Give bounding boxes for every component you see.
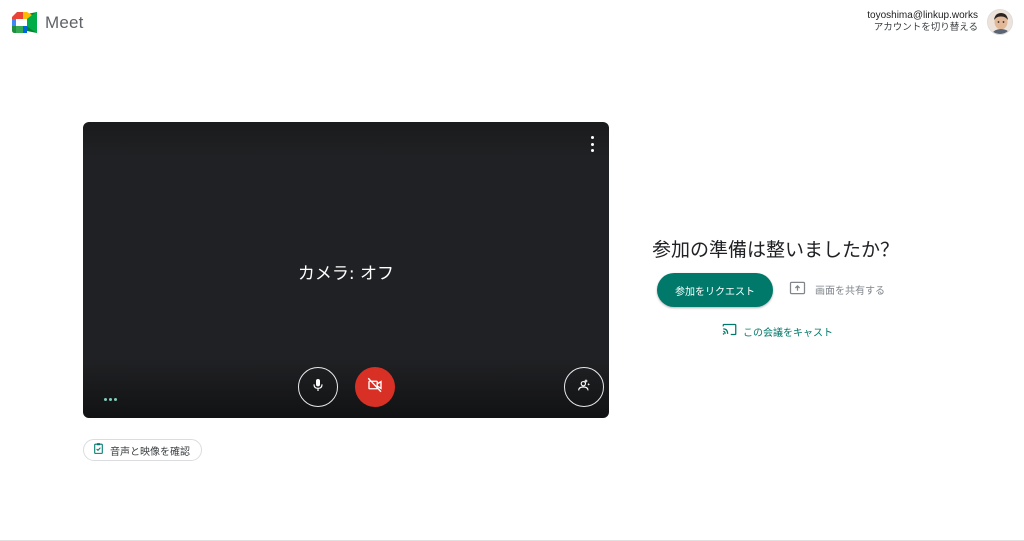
visual-effects-button[interactable] bbox=[564, 367, 604, 407]
check-audio-video-button[interactable]: 音声と映像を確認 bbox=[83, 439, 202, 461]
present-to-all-icon bbox=[789, 281, 806, 298]
app-name: Meet bbox=[45, 12, 84, 32]
account-email: toyoshima@linkup.works bbox=[867, 10, 978, 21]
cast-icon bbox=[722, 323, 737, 339]
cast-meeting-button[interactable]: この会議をキャスト bbox=[722, 323, 833, 339]
more-options-button[interactable] bbox=[585, 136, 599, 152]
request-to-join-button[interactable]: 参加をリクエスト bbox=[657, 273, 773, 307]
visual-effects-icon bbox=[576, 377, 592, 397]
camera-status-text: カメラ: オフ bbox=[297, 264, 395, 284]
audio-level-indicator bbox=[104, 398, 117, 401]
account-info: toyoshima@linkup.works アカウントを切り替える bbox=[867, 10, 978, 34]
microphone-toggle-button[interactable] bbox=[298, 367, 338, 407]
clipboard-check-icon bbox=[92, 442, 105, 458]
more-vert-icon bbox=[590, 136, 594, 139]
switch-account-link[interactable]: アカウントを切り替える bbox=[867, 22, 978, 34]
cast-meeting-label: この会議をキャスト bbox=[743, 327, 833, 339]
share-screen-button[interactable]: 画面を共有する bbox=[789, 281, 885, 298]
ready-title: 参加の準備は整いましたか？ bbox=[652, 239, 900, 261]
mic-icon bbox=[310, 377, 326, 397]
video-preview: カメラ: オフ bbox=[83, 122, 609, 418]
meet-prejoin-page: Meet toyoshima@linkup.works アカウントを切り替える … bbox=[0, 0, 1024, 541]
meet-logo-icon bbox=[12, 12, 37, 33]
avatar[interactable] bbox=[987, 9, 1013, 35]
share-screen-label: 画面を共有する bbox=[815, 286, 885, 297]
meet-logo[interactable]: Meet bbox=[12, 12, 84, 33]
check-audio-video-label: 音声と映像を確認 bbox=[110, 446, 190, 458]
camera-toggle-button[interactable] bbox=[355, 367, 395, 407]
videocam-off-icon bbox=[366, 376, 384, 398]
